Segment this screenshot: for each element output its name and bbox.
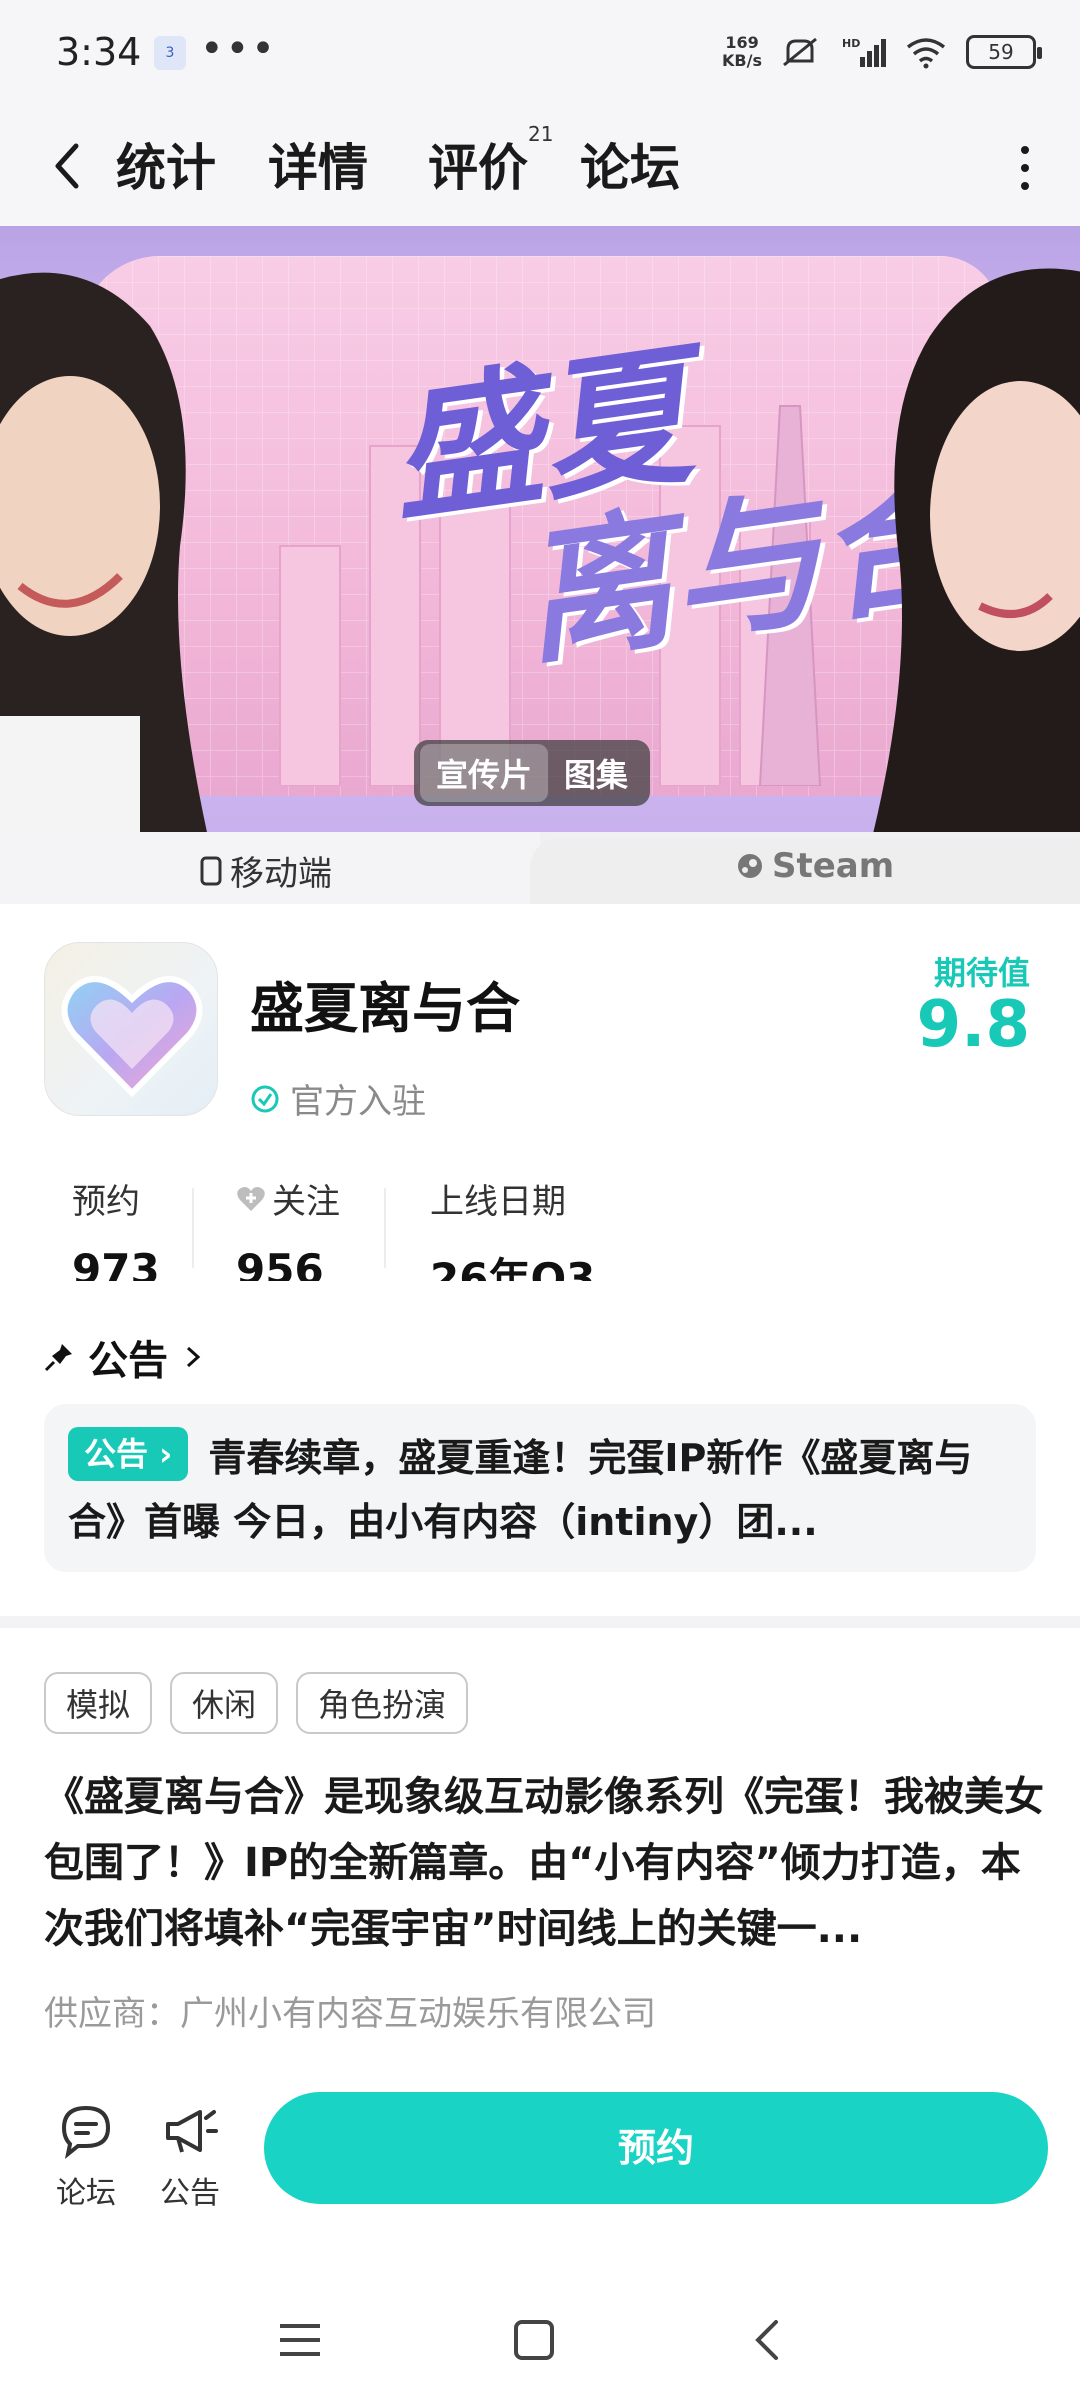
notice-heading: 公告 <box>88 1338 168 1384</box>
stat-follows-value: 956 <box>236 1245 324 1281</box>
platform-steam-text: Steam <box>772 846 895 886</box>
system-navigation-bar <box>0 2280 1080 2400</box>
forum-action-label: 论坛 <box>56 2176 116 2211</box>
notice-action-label: 公告 <box>160 2176 220 2211</box>
trailer-button[interactable]: 宣传片 <box>420 744 549 802</box>
tab-forum[interactable]: 论坛 <box>580 128 680 200</box>
heart-plus-icon <box>237 1186 265 1211</box>
network-speed: 169 KB/s <box>722 34 762 70</box>
stat-follows[interactable]: 关注 956 <box>236 1174 340 1281</box>
tab-details-label: 详情 <box>268 139 368 197</box>
network-speed-value: 169 <box>725 33 759 52</box>
menu-icon[interactable] <box>272 2312 328 2368</box>
notification-badge-icon: 3 <box>154 36 186 70</box>
home-icon[interactable] <box>506 2312 562 2368</box>
more-notifications-icon: ••• <box>200 26 277 72</box>
stat-reservations-value: 973 <box>72 1245 160 1281</box>
verified-check-icon <box>251 1085 279 1112</box>
platform-tabs: 移动端 Steam <box>0 832 1080 904</box>
notice-text: 青春续章，盛夏重逢！完蛋IP新作《盛夏离与合》首曝 今日，由小有内容（intin… <box>68 1436 973 1544</box>
stat-reservations: 预约 973 <box>72 1174 160 1281</box>
tab-reviews[interactable]: 评价 <box>428 128 528 200</box>
game-description[interactable]: 《盛夏离与合》是现象级互动影像系列《完蛋！我被美女包围了！》IP的全新篇章。由“… <box>44 1764 1044 1962</box>
status-icons: 169 KB/s HD 59 <box>722 34 1042 70</box>
mute-icon <box>783 37 817 67</box>
section-divider <box>0 1616 1080 1628</box>
tab-details[interactable]: 详情 <box>266 128 370 200</box>
game-title: 盛夏离与合 <box>250 977 520 1040</box>
back-arrow-icon[interactable] <box>46 136 86 196</box>
game-stats: 预约 973 关注 956 上线日期 26年Q3 <box>0 1174 700 1284</box>
battery-icon: 59 <box>966 35 1042 69</box>
pin-icon <box>44 1344 72 1372</box>
supplier-info: 供应商：广州小有内容互动娱乐有限公司 <box>44 1994 656 2034</box>
chevron-right-icon <box>186 1346 201 1368</box>
forum-chat-icon <box>61 2105 111 2159</box>
heart-logo-icon <box>61 976 203 1098</box>
genre-tags: 模拟 休闲 角色扮演 <box>44 1672 469 1734</box>
promo-banner[interactable]: 盛夏 离与合 宣传片 图集 <box>0 226 1080 832</box>
stat-release-value: 26年Q3 <box>430 1254 596 1281</box>
back-icon[interactable] <box>740 2312 796 2368</box>
notice-header[interactable]: 公告 <box>44 1328 204 1386</box>
official-badge: 官方入驻 <box>250 1074 426 1123</box>
network-speed-unit: KB/s <box>722 51 762 70</box>
notice-card[interactable]: 公告 › 青春续章，盛夏重逢！完蛋IP新作《盛夏离与合》首曝 今日，由小有内容（i… <box>44 1404 1036 1572</box>
megaphone-icon <box>166 2110 218 2153</box>
bottom-action-bar: 论坛 公告 预约 <box>0 2070 1080 2230</box>
status-bar: 3:34 3 ••• 169 KB/s HD 59 <box>0 0 1080 110</box>
wifi-icon <box>906 38 946 69</box>
phone-icon <box>200 856 222 885</box>
tag-simulation[interactable]: 模拟 <box>44 1672 153 1734</box>
platform-steam-label: Steam <box>736 846 894 886</box>
top-nav: 统计 详情 评价 21 论坛 <box>0 110 1080 226</box>
platform-mobile-label: 移动端 <box>200 846 332 895</box>
game-icon <box>44 942 218 1116</box>
notice-badge: 公告 › <box>68 1427 189 1481</box>
stat-reservations-label: 预约 <box>72 1182 140 1222</box>
notice-content: 公告 › 青春续章，盛夏重逢！完蛋IP新作《盛夏离与合》首曝 今日，由小有内容（i… <box>68 1426 1012 1554</box>
more-vertical-icon[interactable] <box>1010 140 1040 196</box>
gallery-button[interactable]: 图集 <box>548 744 644 802</box>
official-text: 官方入驻 <box>290 1082 426 1122</box>
tag-roleplay[interactable]: 角色扮演 <box>296 1672 469 1734</box>
actress-right-image <box>873 268 1080 832</box>
stat-divider <box>192 1188 194 1268</box>
forum-action[interactable]: 论坛 <box>46 2100 126 2212</box>
steam-icon <box>738 854 762 878</box>
expectation-score: 9.8 <box>916 988 1030 1062</box>
notice-action[interactable]: 公告 <box>150 2100 230 2212</box>
signal-icon: HD <box>842 37 886 67</box>
reserve-button[interactable]: 预约 <box>264 2092 1048 2204</box>
tag-casual[interactable]: 休闲 <box>170 1672 279 1734</box>
stat-follows-label: 关注 <box>272 1182 340 1222</box>
tab-statistics[interactable]: 统计 <box>116 128 216 200</box>
stat-release-label: 上线日期 <box>430 1182 566 1222</box>
svg-text:HD: HD <box>842 37 860 50</box>
platform-mobile-text: 移动端 <box>230 854 332 894</box>
media-switch: 宣传片 图集 <box>414 740 651 806</box>
status-time: 3:34 <box>56 30 142 74</box>
review-count-badge: 21 <box>528 122 554 146</box>
stat-release-date: 上线日期 26年Q3 <box>430 1174 595 1281</box>
banner-artwork: 盛夏 离与合 <box>80 256 1000 796</box>
actress-left-image <box>0 272 207 832</box>
stat-divider <box>384 1188 386 1268</box>
